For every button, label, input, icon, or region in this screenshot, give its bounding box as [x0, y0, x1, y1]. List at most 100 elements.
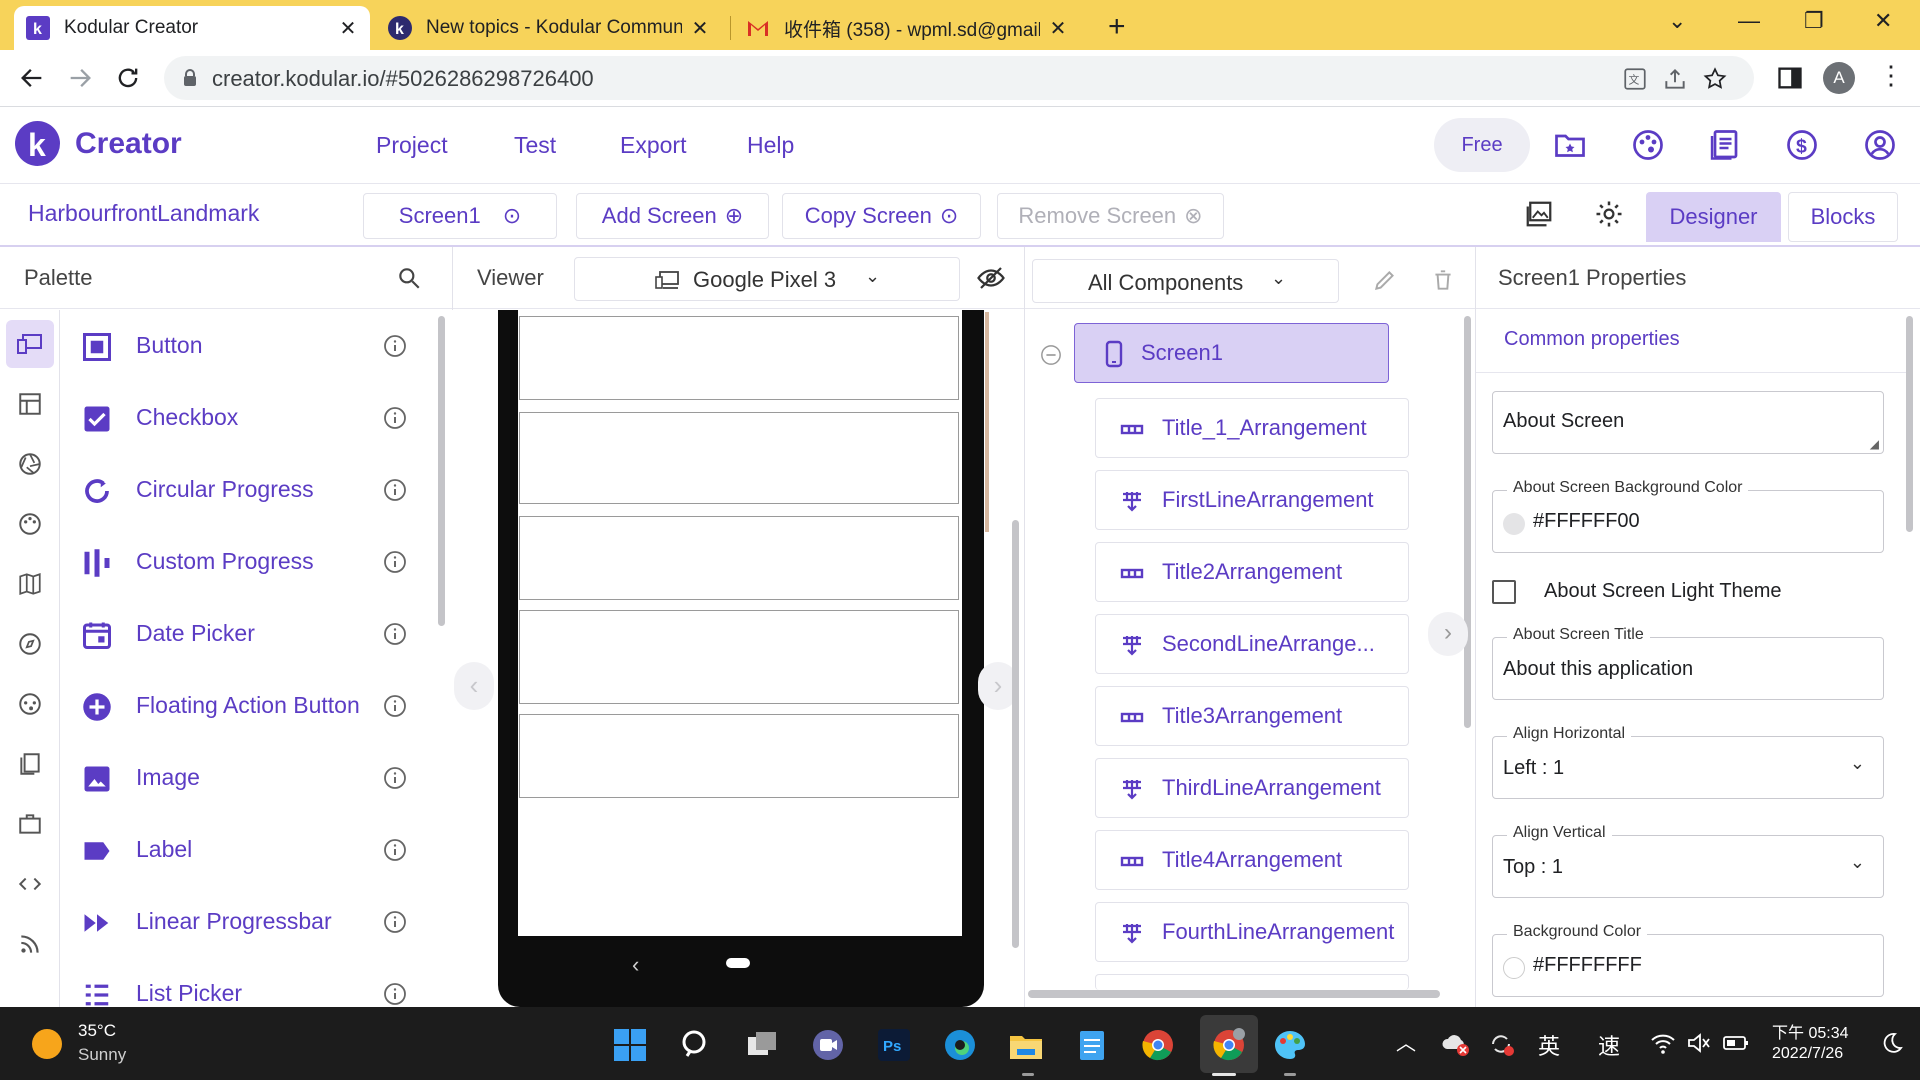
light-theme-checkbox[interactable] [1492, 580, 1516, 604]
show-hidden-icons-chevron-icon[interactable]: ︿ [1396, 1027, 1416, 1056]
search-icon[interactable] [396, 265, 422, 291]
about-screen-title-field[interactable]: About Screen Title About this applicatio… [1492, 626, 1884, 700]
tree-node-partial[interactable] [1095, 974, 1409, 990]
info-icon[interactable] [383, 766, 407, 790]
back-icon[interactable] [18, 64, 46, 92]
weather-sun-icon[interactable] [32, 1029, 62, 1059]
account-icon[interactable] [1862, 127, 1898, 163]
palette-item-label[interactable]: Label [60, 814, 430, 886]
align-horizontal-select[interactable]: Align Horizontal Left : 1 ⌄ [1492, 725, 1884, 799]
tree-node-fourthlinearrangement[interactable]: FourthLineArrangement [1095, 902, 1409, 962]
remove-screen-button[interactable]: Remove Screen ⊗ [997, 193, 1224, 239]
info-icon[interactable] [383, 478, 407, 502]
tab-gmail[interactable]: 收件箱 (358) - wpml.sd@gmail. ✕ [734, 6, 1080, 50]
wifi-icon[interactable] [1650, 1031, 1676, 1055]
side-panel-icon[interactable] [1776, 64, 1804, 92]
palette-item-custom-progress[interactable]: Custom Progress [60, 526, 430, 598]
arrangement-preview[interactable] [519, 412, 959, 504]
docs-icon[interactable] [1706, 127, 1742, 163]
category-storage[interactable] [6, 740, 54, 788]
designer-tab[interactable]: Designer [1646, 192, 1781, 242]
notifications-moon-icon[interactable] [1880, 1031, 1904, 1055]
minimize-icon[interactable]: — [1738, 8, 1760, 34]
photoshop-icon[interactable]: Ps [876, 1027, 912, 1063]
menu-help[interactable]: Help [747, 132, 794, 159]
bookmark-star-icon[interactable] [1702, 66, 1728, 92]
gallery-icon[interactable] [1524, 199, 1554, 229]
align-vertical-select[interactable]: Align Vertical Top : 1 ⌄ [1492, 824, 1884, 898]
category-drawing[interactable] [6, 500, 54, 548]
category-maps[interactable] [6, 560, 54, 608]
chrome-profile-icon[interactable] [1211, 1027, 1247, 1063]
folder-star-icon[interactable] [1552, 127, 1588, 163]
window-close-icon[interactable]: ✕ [1874, 8, 1892, 34]
tree-node-title4arrangement[interactable]: Title4Arrangement [1095, 830, 1409, 890]
info-icon[interactable] [383, 694, 407, 718]
file-explorer-icon[interactable] [1008, 1027, 1044, 1063]
arrangement-preview[interactable] [519, 316, 959, 400]
add-screen-button[interactable]: Add Screen ⊕ [576, 193, 769, 239]
color-swatch[interactable] [1503, 513, 1525, 535]
components-filter-select[interactable]: All Components ⌄ [1032, 259, 1339, 303]
menu-export[interactable]: Export [620, 132, 686, 159]
info-icon[interactable] [383, 406, 407, 430]
info-icon[interactable] [383, 550, 407, 574]
clock-time[interactable]: 下午 05:34 [1772, 1019, 1849, 1043]
ime-language-indicator[interactable]: 英 [1538, 1029, 1560, 1061]
forward-icon[interactable] [66, 64, 94, 92]
tree-expand-arrow[interactable]: › [1428, 612, 1468, 656]
tree-node-title2arrangement[interactable]: Title2Arrangement [1095, 542, 1409, 602]
tab-kodular-creator[interactable]: k Kodular Creator ✕ [14, 6, 370, 50]
settings-gear-icon[interactable] [1594, 199, 1624, 229]
menu-project[interactable]: Project [376, 132, 448, 159]
tab-kodular-community[interactable]: k New topics - Kodular Commun ✕ [376, 6, 722, 50]
android-home-pill-icon[interactable] [726, 958, 750, 968]
sync-error-icon[interactable] [1488, 1031, 1516, 1057]
address-bar[interactable]: creator.kodular.io/#5026286298726400 文 [164, 56, 1754, 100]
notepad-icon[interactable] [1074, 1027, 1110, 1063]
delete-trash-icon[interactable] [1430, 267, 1456, 293]
blocks-tab[interactable]: Blocks [1788, 192, 1898, 242]
resize-handle-icon[interactable]: ◢ [1870, 437, 1879, 451]
close-tab-icon[interactable]: ✕ [1048, 16, 1068, 41]
category-dynamic[interactable] [6, 860, 54, 908]
screen-select-button[interactable]: Screen1 ⊙ [363, 193, 557, 239]
palette-scrollbar[interactable] [438, 316, 445, 626]
info-icon[interactable] [383, 334, 407, 358]
browser-menu-icon[interactable]: ⋮ [1878, 60, 1904, 91]
tree-node-screen1[interactable]: Screen1 [1074, 323, 1389, 383]
profile-avatar[interactable]: A [1823, 62, 1855, 94]
background-color-field[interactable]: Background Color #FFFFFFFF [1492, 923, 1884, 997]
device-select[interactable]: Google Pixel 3 ⌄ [574, 257, 960, 301]
tree-node-secondlinearrangement[interactable]: SecondLineArrange... [1095, 614, 1409, 674]
viewer-prev-arrow[interactable]: ‹ [454, 662, 494, 710]
info-icon[interactable] [383, 838, 407, 862]
palette-item-checkbox[interactable]: Checkbox [60, 382, 430, 454]
tree-node-title-1-arrangement[interactable]: Title_1_Arrangement [1095, 398, 1409, 458]
category-social[interactable] [6, 920, 54, 968]
rename-pencil-icon[interactable] [1372, 267, 1398, 293]
collapse-minus-icon[interactable] [1040, 344, 1062, 366]
palette-item-list-picker[interactable]: List Picker [60, 958, 430, 1007]
category-monetization[interactable] [6, 680, 54, 728]
category-connectivity[interactable] [6, 800, 54, 848]
lock-icon[interactable] [182, 68, 198, 88]
plan-free-button[interactable]: Free [1434, 118, 1530, 172]
palette-item-date-picker[interactable]: Date Picker [60, 598, 430, 670]
tree-node-title3arrangement[interactable]: Title3Arrangement [1095, 686, 1409, 746]
restore-icon[interactable]: ❐ [1804, 8, 1824, 34]
palette-item-circular-progress[interactable]: Circular Progress [60, 454, 430, 526]
teams-chat-icon[interactable] [810, 1027, 846, 1063]
share-icon[interactable] [1662, 66, 1688, 92]
copy-screen-button[interactable]: Copy Screen ⊙ [782, 193, 981, 239]
weather-temperature[interactable]: 35°C [78, 1021, 116, 1041]
tree-node-firstlinearrangement[interactable]: FirstLineArrangement [1095, 470, 1409, 530]
info-icon[interactable] [383, 910, 407, 934]
dollar-icon[interactable]: $ [1784, 127, 1820, 163]
hidden-eye-icon[interactable] [976, 263, 1006, 293]
task-view-icon[interactable] [744, 1027, 780, 1063]
search-icon[interactable] [678, 1027, 714, 1063]
translate-icon[interactable]: 文 [1622, 66, 1648, 92]
palette-icon[interactable] [1630, 127, 1666, 163]
category-layout[interactable] [6, 380, 54, 428]
